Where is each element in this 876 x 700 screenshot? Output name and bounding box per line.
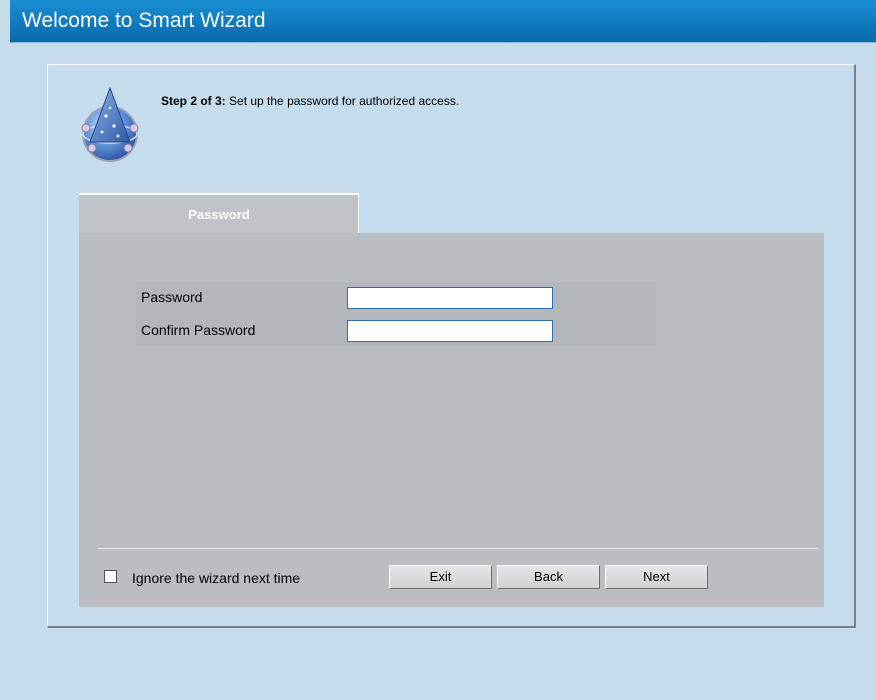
footer-divider [98, 548, 818, 549]
confirm-password-input[interactable] [347, 320, 553, 342]
next-button[interactable]: Next [605, 565, 708, 589]
back-button[interactable]: Back [497, 565, 600, 589]
ignore-wizard-label: Ignore the wizard next time [132, 570, 301, 586]
password-input[interactable] [347, 287, 553, 309]
step-description: Set up the password for authorized acces… [225, 94, 460, 108]
ignore-wizard-checkbox[interactable] [104, 570, 117, 583]
tab-password[interactable]: Password [79, 193, 359, 233]
confirm-password-label: Confirm Password [141, 322, 256, 338]
step-instruction: Step 2 of 3: Set up the password for aut… [161, 94, 459, 108]
exit-button[interactable]: Exit [389, 565, 492, 589]
tab-password-label: Password [188, 207, 250, 222]
title-bar: Welcome to Smart Wizard [10, 0, 876, 42]
step-counter: Step 2 of 3: [161, 94, 226, 108]
window-title: Welcome to Smart Wizard [22, 9, 266, 32]
wizard-hat-icon [81, 86, 139, 162]
password-label: Password [141, 289, 203, 305]
